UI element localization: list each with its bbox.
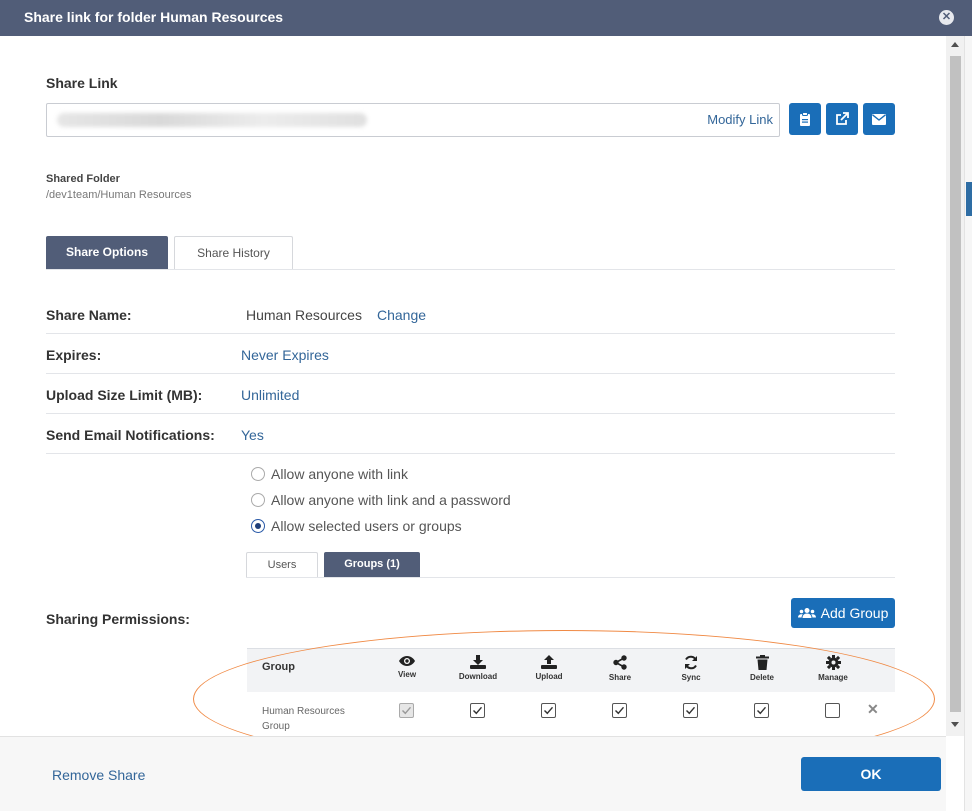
tab-share-options[interactable]: Share Options <box>46 236 168 269</box>
ok-button[interactable]: OK <box>801 757 941 791</box>
row-divider <box>46 413 895 414</box>
radio-label: Allow anyone with link <box>271 466 408 482</box>
external-link-icon <box>836 112 849 125</box>
share-link-field[interactable]: Modify Link <box>46 103 780 137</box>
radio-button-selected[interactable] <box>251 519 265 533</box>
radio-allow-anyone-password[interactable]: Allow anyone with link and a password <box>251 492 511 508</box>
share-name-label: Share Name: <box>46 307 132 323</box>
tab-share-history[interactable]: Share History <box>174 236 293 269</box>
shared-folder-path: /dev1team/Human Resources <box>46 189 192 201</box>
users-icon <box>797 608 816 618</box>
share-dialog: Share link for folder Human Resources ✕ … <box>0 0 972 811</box>
email-link-button[interactable] <box>863 103 895 135</box>
add-group-label: Add Group <box>820 605 889 621</box>
envelope-icon <box>872 113 886 125</box>
radio-allow-anyone[interactable]: Allow anyone with link <box>251 466 408 482</box>
background-marker <box>966 182 972 216</box>
clipboard-icon <box>800 112 810 126</box>
radio-button[interactable] <box>251 493 265 507</box>
sharing-permissions-label: Sharing Permissions: <box>46 611 190 627</box>
copy-link-button[interactable] <box>789 103 821 135</box>
subtabs-divider <box>246 577 895 578</box>
dialog-titlebar: Share link for folder Human Resources ✕ <box>0 0 972 36</box>
row-divider <box>46 333 895 334</box>
shared-folder-label: Shared Folder <box>46 173 120 185</box>
share-link-heading: Share Link <box>46 75 118 91</box>
scrollbar-thumb[interactable] <box>950 56 961 712</box>
share-name-value: Human Resources <box>246 307 362 323</box>
scroll-down-arrow-icon[interactable] <box>951 722 959 727</box>
subtab-groups[interactable]: Groups (1) <box>324 552 420 577</box>
remove-share-link[interactable]: Remove Share <box>52 767 145 783</box>
tabs-divider <box>46 269 895 270</box>
radio-label: Allow selected users or groups <box>271 518 462 534</box>
expires-value-link[interactable]: Never Expires <box>241 347 329 363</box>
dialog-title: Share link for folder Human Resources <box>24 9 284 25</box>
add-group-button[interactable]: Add Group <box>791 598 895 628</box>
subtab-users[interactable]: Users <box>246 552 318 577</box>
radio-label: Allow anyone with link and a password <box>271 492 511 508</box>
email-notifications-value-link[interactable]: Yes <box>241 427 264 443</box>
modify-link-button[interactable]: Modify Link <box>707 112 773 127</box>
upload-limit-label: Upload Size Limit (MB): <box>46 387 203 403</box>
background-page-edge <box>964 36 972 811</box>
close-icon[interactable]: ✕ <box>939 10 954 25</box>
radio-allow-selected[interactable]: Allow selected users or groups <box>251 518 462 534</box>
upload-limit-value-link[interactable]: Unlimited <box>241 387 299 403</box>
dialog-scrollbar[interactable] <box>946 36 964 736</box>
scroll-up-arrow-icon[interactable] <box>951 42 959 47</box>
share-link-url-blurred <box>57 113 367 127</box>
open-link-button[interactable] <box>826 103 858 135</box>
change-share-name-link[interactable]: Change <box>377 307 426 323</box>
radio-button[interactable] <box>251 467 265 481</box>
row-divider <box>46 453 895 454</box>
expires-label: Expires: <box>46 347 102 363</box>
email-notifications-label: Send Email Notifications: <box>46 427 215 443</box>
row-divider <box>46 373 895 374</box>
